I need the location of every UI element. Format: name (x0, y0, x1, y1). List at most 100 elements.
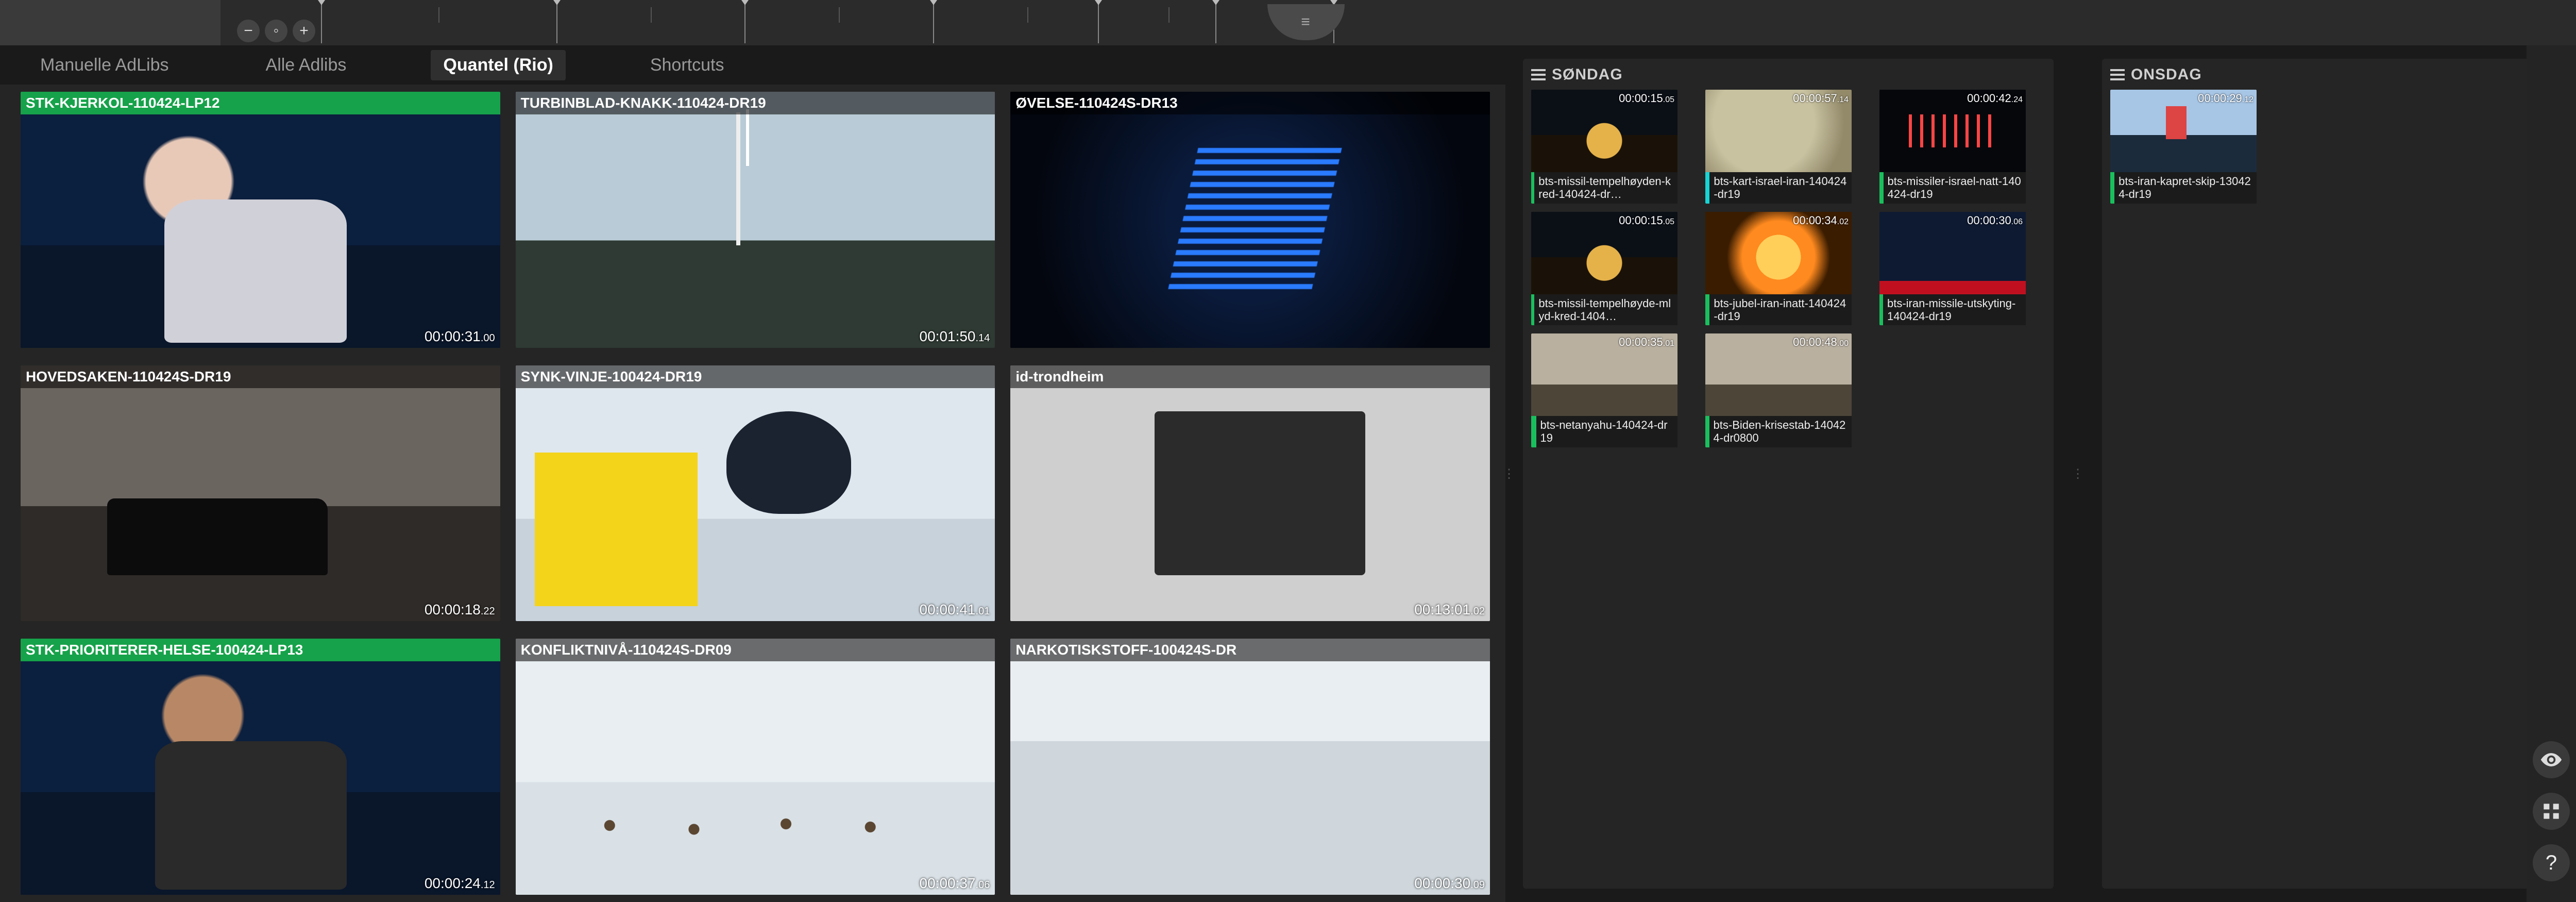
bin-clip[interactable]: 00:00:48.00 bts-Biden-krisestab-140424-dr… (1705, 333, 1852, 447)
bin-label-text: bts-missil-tempelhøyde-mlyd-kred-1404… (1534, 294, 1677, 326)
clip-duration: 00:00:37.06 (920, 875, 990, 892)
clip-item[interactable]: id-trondheim 00:13:01.02 (1010, 365, 1490, 622)
bin-clip[interactable]: 00:00:35.01 bts-netanyahu-140424-dr19 (1531, 333, 1677, 447)
arrange-icon (2540, 800, 2563, 823)
bin-stripe (1879, 294, 1883, 326)
tab-all[interactable]: Alle Adlibs (253, 50, 359, 80)
bin-clip[interactable]: 00:00:42.24 bts-missiler-israel-natt-1404… (1879, 90, 2026, 204)
clip-duration: 00:01:50.14 (920, 328, 990, 345)
bin-label: bts-jubel-iran-inatt-140424-dr19 (1705, 294, 1852, 326)
workspace: Manuelle AdLibs Alle Adlibs Quantel (Rio) S… (0, 45, 2576, 902)
clip-item[interactable]: STK-PRIORITERER-HELSE-100424-LP1300:00:2… (21, 639, 500, 895)
bin-label: bts-iran-kapret-skip-130424-dr19 (2110, 172, 2257, 204)
tab-bar: Manuelle AdLibs Alle Adlibs Quantel (Rio) S… (0, 45, 1505, 85)
clip-duration: 00:00:31.00 (425, 328, 495, 345)
clip-item[interactable]: SYNK-VINJE-100424-DR19 00:00:41.01 (516, 365, 995, 622)
bin-stripe (2110, 172, 2114, 204)
bin-wednesday-grid: 00:00:29.12 bts-iran-kapret-skip-130424-d… (2110, 90, 2576, 204)
bin-clip[interactable]: 00:00:15.05 bts-missil-tempelhøyde-mlyd-k… (1531, 212, 1677, 326)
clip-duration: 00:13:01.02 (1414, 602, 1485, 618)
zoom-in-button[interactable]: + (293, 20, 315, 42)
bin-thumbnail: 00:00:48.00 (1705, 333, 1852, 416)
clip-duration: 00:00:18.22 (425, 602, 495, 618)
bin-thumbnail: 00:00:30.06 (1879, 212, 2026, 294)
timeline-inactive-segment (0, 0, 221, 45)
right-rail: ? (2527, 45, 2576, 902)
bin-clip[interactable]: 00:00:15.05 bts-missil-tempelhøyden-kred-… (1531, 90, 1677, 204)
clip-duration: 00:00:24.12 (425, 875, 495, 892)
clip-item[interactable]: ØVELSE-110424S-DR13 (1010, 92, 1490, 348)
bin-thumbnail: 00:00:34.02 (1705, 212, 1852, 294)
help-button[interactable]: ? (2533, 844, 2570, 881)
drag-handle-icon: ≡ (1301, 13, 1311, 31)
bin-label-text: bts-Biden-krisestab-140424-dr0800 (1709, 416, 1852, 447)
bin-duration: 00:00:42.24 (1967, 92, 2023, 105)
bin-duration: 00:00:57.14 (1793, 92, 1849, 105)
tab-shortcut[interactable]: Shortcuts (638, 50, 737, 80)
bin-clip[interactable]: 00:00:57.14 bts-kart-israel-iran-140424-d… (1705, 90, 1852, 204)
clip-title: TURBINBLAD-KNAKK-110424-DR19 (516, 92, 995, 114)
bin-duration: 00:00:48.00 (1793, 336, 1849, 349)
bin-sunday: SØNDAG 00:00:15.05 bts-missil-tempelhøyde… (1523, 59, 2054, 889)
clip-title: KONFLIKTNIVÅ-110424S-DR09 (516, 639, 995, 661)
zoom-reset-button[interactable]: ◦ (265, 20, 287, 42)
bin-label-text: bts-iran-kapret-skip-130424-dr19 (2114, 172, 2257, 204)
hamburger-icon (2110, 69, 2125, 80)
bin-clip[interactable]: 00:00:29.12 bts-iran-kapret-skip-130424-d… (2110, 90, 2257, 204)
clip-thumbnail (516, 639, 995, 895)
bin-wednesday-title: ONSDAG (2131, 66, 2202, 83)
visibility-button[interactable] (2533, 741, 2570, 778)
clip-thumbnail (21, 365, 500, 622)
clip-title: ØVELSE-110424S-DR13 (1010, 92, 1490, 114)
bin-wednesday-header[interactable]: ONSDAG (2110, 66, 2576, 83)
clip-title: SYNK-VINJE-100424-DR19 (516, 365, 995, 388)
clip-thumbnail (21, 639, 500, 895)
bin-sunday-header[interactable]: SØNDAG (1531, 66, 2045, 83)
bin-duration: 00:00:15.05 (1619, 214, 1674, 227)
bin-stripe (1531, 416, 1536, 447)
clip-item[interactable]: TURBINBLAD-KNAKK-110424-DR19 00:01:50.14 (516, 92, 995, 348)
clip-item[interactable]: NARKOTISKSTOFF-100424S-DR00:00:30.09 (1010, 639, 1490, 895)
clip-item[interactable]: STK-KJERKOL-110424-LP1200:00:31.00 (21, 92, 500, 348)
bin-label: bts-netanyahu-140424-dr19 (1531, 416, 1677, 447)
tab-quantel[interactable]: Quantel (Rio) (431, 50, 565, 80)
bin-duration: 00:00:35.01 (1619, 336, 1674, 349)
clip-duration: 00:00:41.01 (920, 602, 990, 618)
clip-thumbnail (1010, 92, 1490, 348)
clip-thumbnail (1010, 639, 1490, 895)
bin-clip[interactable]: 00:00:30.06bts-iran-missile-utskyting-14… (1879, 212, 2026, 326)
bin-thumbnail: 00:00:15.05 (1531, 212, 1677, 294)
tab-manual[interactable]: Manuelle AdLibs (28, 50, 181, 80)
clip-title: id-trondheim (1010, 365, 1490, 388)
bin-duration: 00:00:30.06 (1967, 214, 2023, 227)
bin-label-text: bts-kart-israel-iran-140424-dr19 (1709, 172, 1852, 204)
bin-thumbnail: 00:00:29.12 (2110, 90, 2257, 172)
pane-divider-mid[interactable]: ⋮ (2074, 59, 2081, 889)
bin-thumbnail: 00:00:15.05 (1531, 90, 1677, 172)
bin-duration: 00:00:34.02 (1793, 214, 1849, 227)
bin-stripe (1705, 294, 1709, 326)
clip-thumbnail (516, 92, 995, 348)
zoom-out-button[interactable]: − (237, 20, 260, 42)
arrange-button[interactable] (2533, 793, 2570, 830)
bin-label: bts-missil-tempelhøyde-mlyd-kred-1404… (1531, 294, 1677, 326)
bin-clip[interactable]: 00:00:34.02 bts-jubel-iran-inatt-140424-d… (1705, 212, 1852, 326)
clip-item[interactable]: KONFLIKTNIVÅ-110424S-DR09 00:00:37.06 (516, 639, 995, 895)
bin-label: bts-missiler-israel-natt-140424-dr19 (1879, 172, 2026, 204)
bin-thumbnail: 00:00:35.01 (1531, 333, 1677, 416)
bin-duration: 00:00:29.12 (2198, 92, 2253, 105)
clip-thumbnail (1010, 365, 1490, 622)
bin-thumbnail: 00:00:57.14 (1705, 90, 1852, 172)
clip-thumbnail (21, 92, 500, 348)
clip-item[interactable]: HOVEDSAKEN-110424S-DR1900:00:18.22 (21, 365, 500, 622)
pane-divider-left[interactable]: ⋮ (1505, 45, 1513, 902)
bin-duration: 00:00:15.05 (1619, 92, 1674, 105)
timeline-ruler[interactable] (227, 0, 2576, 45)
bin-stripe (1705, 172, 1709, 204)
bin-label: bts-missil-tempelhøyden-kred-140424-dr… (1531, 172, 1677, 204)
bin-stripe (1879, 172, 1884, 204)
bin-sunday-title: SØNDAG (1552, 66, 1623, 83)
bin-area: SØNDAG 00:00:15.05 bts-missil-tempelhøyde… (1513, 45, 2576, 902)
clip-grid: STK-KJERKOL-110424-LP1200:00:31.00TURBIN… (0, 85, 1505, 902)
clip-thumbnail (516, 365, 995, 622)
